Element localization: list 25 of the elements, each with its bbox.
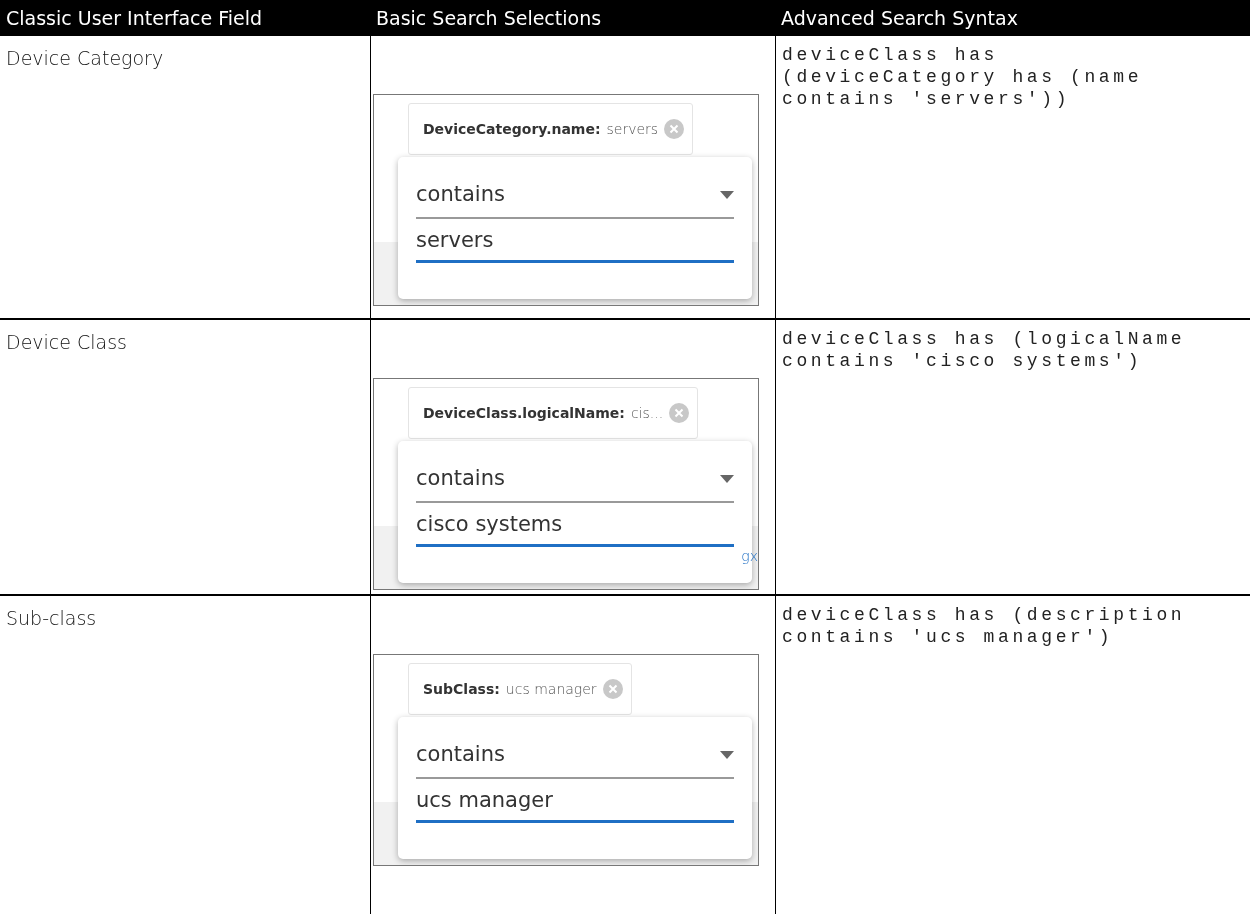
field-name: Device Class (6, 331, 127, 353)
filter-value: servers (606, 119, 659, 139)
filter-value: ucs manager (505, 679, 597, 699)
clear-icon[interactable] (664, 119, 685, 139)
search-syntax: deviceClass has (deviceCategory has (name contains 'servers')) (782, 44, 1144, 110)
field-name: Sub-class (6, 607, 97, 629)
filter-key: SubClass: (423, 678, 500, 700)
caret-icon (720, 750, 734, 759)
filter-key: DeviceCategory.name: (423, 118, 601, 140)
filter-key: DeviceClass.logicalName: (423, 402, 625, 424)
filter-chip[interactable]: DeviceClass.logicalName: cis... (408, 387, 699, 439)
search-syntax: deviceClass has (logicalName contains 'cisco systems') (782, 328, 1187, 372)
column-header: Advanced Search Syntax (775, 0, 1250, 34)
caret-icon (720, 474, 734, 483)
search-syntax: deviceClass has (description contains 'ucs manager') (782, 604, 1187, 648)
filter-chip[interactable]: DeviceCategory.name: servers (408, 103, 694, 155)
clear-icon[interactable] (602, 679, 623, 699)
cut-off-text: gx (741, 547, 758, 566)
field-name: Device Category (6, 47, 164, 69)
filter-chip[interactable]: SubClass: ucs manager (408, 663, 632, 715)
filter-value: cis... (630, 403, 664, 423)
clear-icon[interactable] (669, 403, 690, 423)
column-header: Basic Search Selections (370, 0, 775, 34)
column-header: Classic User Interface Field (0, 0, 370, 34)
caret-icon (720, 190, 734, 199)
